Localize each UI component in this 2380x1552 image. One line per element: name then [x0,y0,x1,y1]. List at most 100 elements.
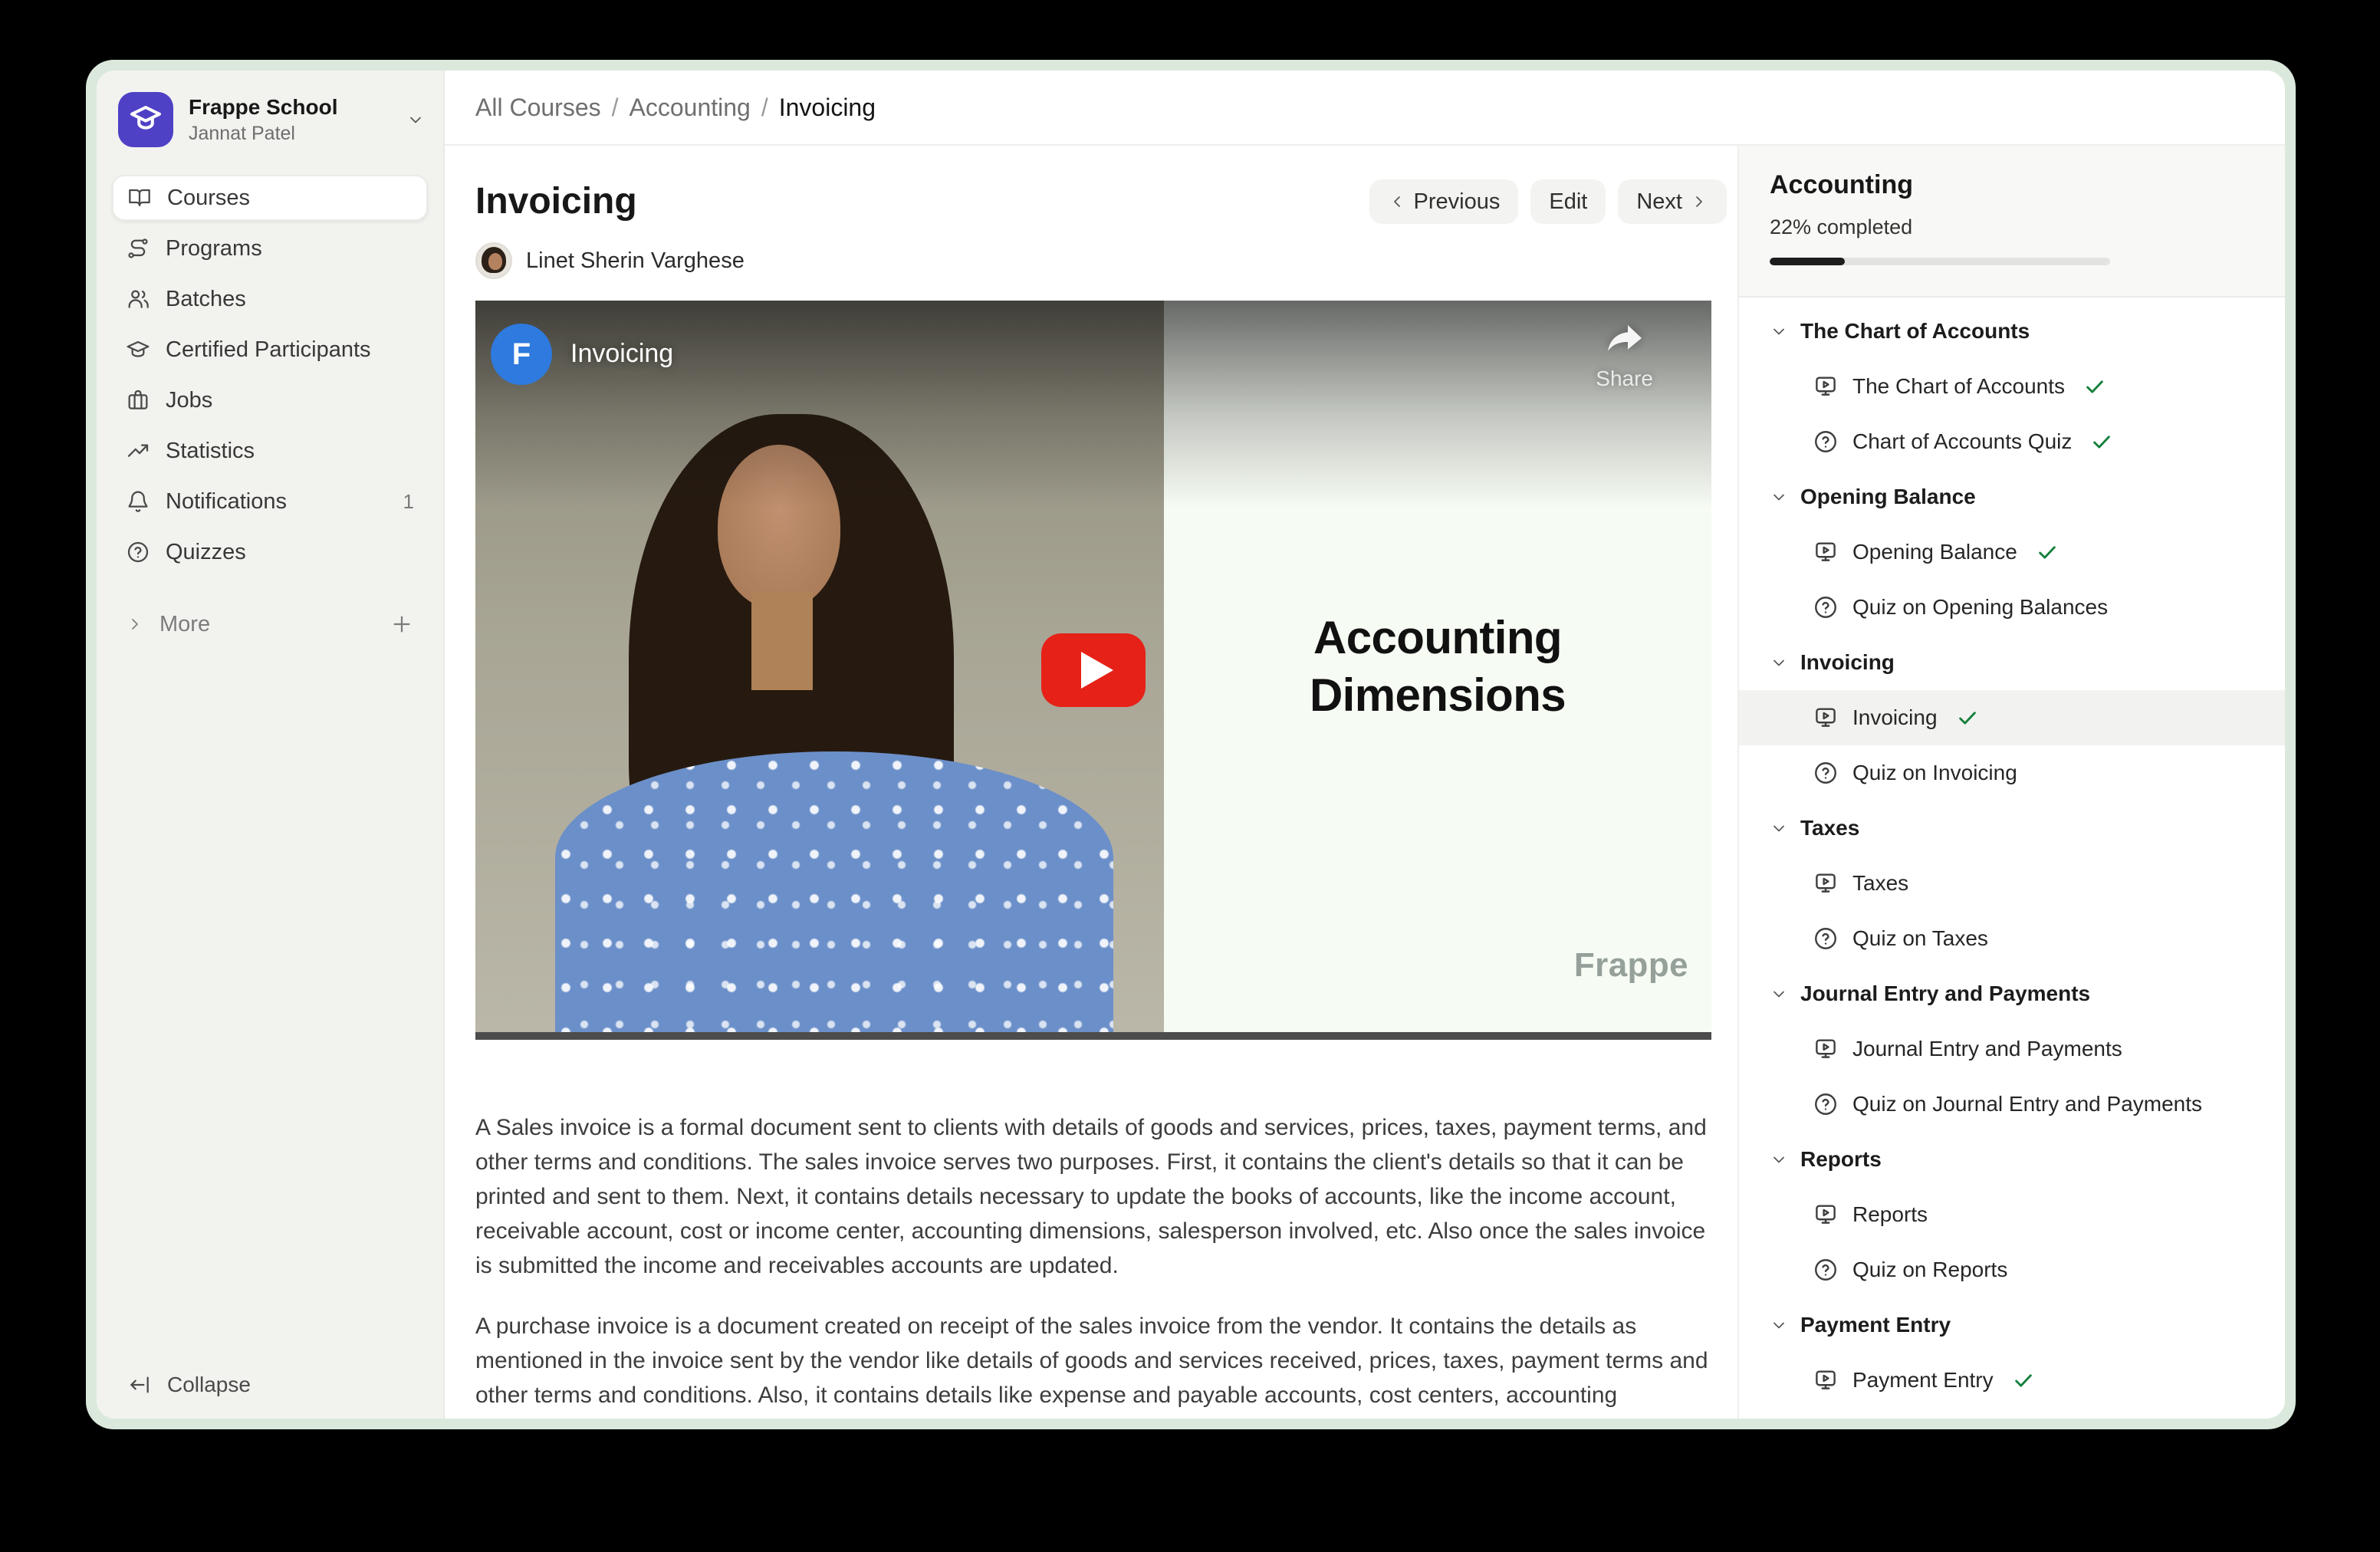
plus-icon[interactable] [390,612,414,636]
outline-lesson[interactable]: Reports [1739,1187,2285,1242]
outline-lesson[interactable]: Quiz on Journal Entry and Payments [1739,1077,2285,1132]
frappe-school-app: Frappe School Jannat Patel Courses Progr… [97,71,2285,1419]
previous-button[interactable]: Previous [1369,179,1519,224]
check-icon [2090,430,2113,453]
briefcase-icon [126,388,150,413]
workspace-user: Jannat Patel [189,122,337,146]
main-column: All Courses / Accounting / Invoicing Inv… [445,71,2285,1419]
sidebar-item-label: Batches [166,287,246,312]
progress-bar [1770,258,2110,265]
sidebar-item-statistics[interactable]: Statistics [112,428,428,474]
sidebar-item-courses[interactable]: Courses [112,175,428,221]
chevron-down-icon [1770,1316,1788,1334]
chevron-left-icon [1388,192,1406,211]
chevron-down-icon [1770,653,1788,672]
notifications-count-badge: 1 [403,490,414,514]
video-progress-strip[interactable] [475,1032,1711,1040]
sidebar-item-jobs[interactable]: Jobs [112,377,428,423]
outline-lesson[interactable]: Taxes [1739,856,2285,911]
sidebar-nav: Courses Programs Batches Certified Parti… [97,175,443,647]
outline-lesson[interactable]: Quiz on Taxes [1739,911,2285,966]
bell-icon [126,489,150,514]
chevron-down-icon [1770,322,1788,340]
sidebar-item-quizzes[interactable]: Quizzes [112,529,428,575]
outline-lesson[interactable]: Quiz on Opening Balances [1739,580,2285,635]
share-button[interactable]: Share [1596,325,1653,391]
monitor-play-icon [1813,373,1839,400]
lesson-content: Invoicing Previous Edit Nex [445,146,1737,1419]
course-outline-panel: Accounting 22% completed The Chart of Ac… [1737,146,2285,1419]
lesson-paragraph: A purchase invoice is a document created… [475,1309,1711,1419]
sidebar-item-label: Programs [166,236,262,261]
outline-section-chart-of-accounts[interactable]: The Chart of Accounts [1739,304,2285,359]
lesson-author: Linet Sherin Varghese [475,242,1727,279]
chevron-down-icon [1770,985,1788,1003]
share-arrow-icon [1606,325,1643,357]
monitor-play-icon [1813,1367,1839,1393]
sidebar: Frappe School Jannat Patel Courses Progr… [97,71,445,1419]
collapse-sidebar-button[interactable]: Collapse [127,1373,251,1397]
play-button[interactable] [1041,633,1146,707]
outline-lesson[interactable]: Chart of Accounts Quiz [1739,414,2285,469]
breadcrumb-all-courses[interactable]: All Courses [475,94,601,122]
author-name: Linet Sherin Varghese [526,248,745,274]
chevron-right-icon [126,615,144,633]
lesson-paragraph: A Sales invoice is a formal document sen… [475,1110,1711,1283]
outline-section-opening-balance[interactable]: Opening Balance [1739,469,2285,524]
route-icon [126,236,150,261]
video-title[interactable]: Invoicing [570,339,673,369]
slide-title: Accounting Dimensions [1310,609,1566,724]
help-circle-icon [126,540,150,564]
monitor-play-icon [1813,1036,1839,1062]
users-icon [126,287,150,311]
check-icon [2083,375,2106,398]
quiz-icon [1813,1257,1839,1283]
video-player[interactable]: Accounting Dimensions Frappe F Invoicing [475,301,1711,1040]
sidebar-item-batches[interactable]: Batches [112,276,428,322]
outline-section-payment-entry[interactable]: Payment Entry [1739,1297,2285,1353]
collapse-label: Collapse [167,1373,251,1397]
monitor-play-icon [1813,1202,1839,1228]
sidebar-item-programs[interactable]: Programs [112,225,428,271]
slide-panel: Accounting Dimensions [1164,301,1711,1032]
sidebar-item-certified-participants[interactable]: Certified Participants [112,327,428,373]
graduation-cap-icon [126,337,150,362]
outline-section-journal-entry[interactable]: Journal Entry and Payments [1739,966,2285,1021]
frappe-watermark: Frappe [1574,946,1688,985]
breadcrumb-accounting[interactable]: Accounting [630,94,751,122]
sidebar-item-label: Courses [167,186,250,211]
chevron-down-icon [1770,819,1788,837]
outline-section-taxes[interactable]: Taxes [1739,801,2285,856]
outline-lesson[interactable]: Journal Entry and Payments [1739,1021,2285,1077]
author-avatar [475,242,512,279]
channel-avatar[interactable]: F [491,324,552,385]
outline-lesson[interactable]: The Chart of Accounts [1739,359,2285,414]
workspace-title: Frappe School [189,94,337,120]
outline-section-invoicing[interactable]: Invoicing [1739,635,2285,690]
outline-lesson[interactable]: Quiz on Invoicing [1739,745,2285,801]
quiz-icon [1813,594,1839,620]
edit-button[interactable]: Edit [1530,179,1606,224]
sidebar-item-notifications[interactable]: Notifications 1 [112,478,428,524]
outline-lesson[interactable]: Opening Balance [1739,524,2285,580]
outline-lesson-active[interactable]: Invoicing [1739,690,2285,745]
check-icon [1956,706,1979,729]
quiz-icon [1813,926,1839,952]
outline-lesson[interactable]: Payment Entry [1739,1353,2285,1408]
outline-lesson[interactable]: Quiz on Reports [1739,1242,2285,1297]
sidebar-item-label: Jobs [166,388,212,413]
frappe-school-logo [118,92,173,147]
next-button[interactable]: Next [1618,179,1727,224]
trending-up-icon [126,439,150,463]
chevron-down-icon [406,110,425,129]
sidebar-item-more[interactable]: More [112,601,428,647]
quiz-icon [1813,1091,1839,1117]
sidebar-item-label: Notifications [166,489,287,515]
chevron-down-icon [1770,488,1788,506]
monitor-play-icon [1813,705,1839,731]
book-open-icon [127,186,152,210]
workspace-switcher[interactable]: Frappe School Jannat Patel [97,71,443,163]
lesson-toolbar: Previous Edit Next [1369,179,1727,224]
outline-section-reports[interactable]: Reports [1739,1132,2285,1187]
collapse-sidebar-icon [127,1373,152,1397]
